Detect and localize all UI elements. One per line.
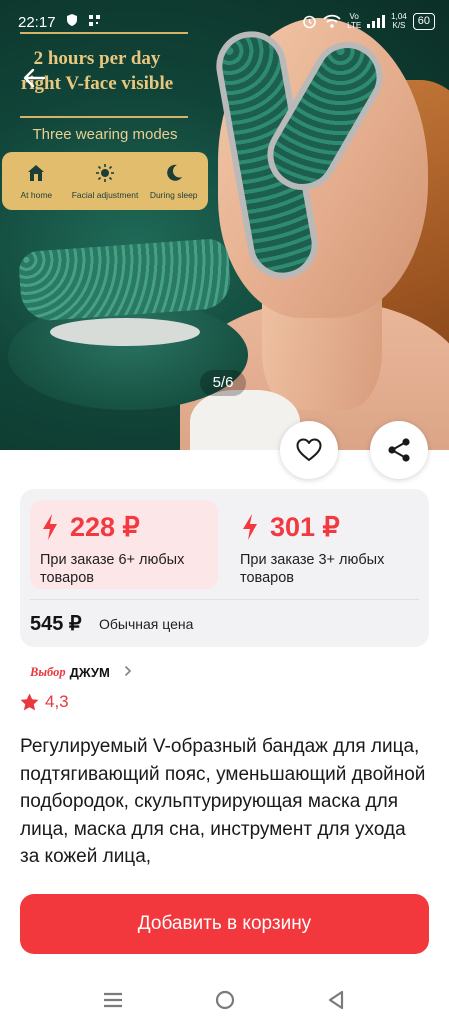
offer-price: 228 ₽ [70,511,140,542]
mode-during-sleep: During sleep [139,152,208,210]
circle-icon [215,990,235,1010]
brand-name: ДЖУМ [69,665,110,680]
favorite-button[interactable] [280,421,338,479]
lightning-icon [243,514,257,540]
headline-rule-bottom [20,116,188,118]
share-button[interactable] [370,421,428,479]
product-title: Регулируемый V-образный бандаж для лица,… [20,736,426,867]
system-navigation-bar [0,975,449,1024]
alarm-icon [303,15,316,28]
network-speed: 1,04 K/S [391,12,407,30]
sun-icon [95,163,115,185]
offer-price: 301 ₽ [270,511,340,542]
signal-icon [367,14,386,28]
mode-label: Facial adjustment [71,189,139,200]
price-card: 228 ₽ При заказе 6+ любых товаров 301 ₽ … [20,489,429,647]
status-time: 22:17 [18,14,56,31]
add-to-cart-button[interactable]: Добавить в корзину [20,894,429,954]
brand-link[interactable]: Выбор ДЖУМ [30,665,132,680]
brand-badge: Выбор [30,665,66,679]
bandage-chin-cup [50,318,200,346]
home-button[interactable] [210,985,240,1015]
bandage-product [17,237,233,323]
network-type: Vo LTE [347,12,362,30]
mode-label: At home [20,189,53,200]
heart-icon [296,438,322,461]
product-rating[interactable]: 4,3 [20,692,69,712]
offer-price-row: 228 ₽ [40,510,208,544]
product-image-gallery[interactable]: 2 hours per day right V-face visible Thr… [0,0,449,450]
bulk-offer-6plus[interactable]: 228 ₽ При заказе 6+ любых товаров [30,500,218,589]
offer-description: При заказе 3+ любых товаров [240,552,385,586]
notification-icons [66,14,101,29]
mode-at-home: At home [2,152,71,210]
divider [30,599,419,600]
regular-price-label: Обычная цена [99,616,194,632]
recent-apps-button[interactable] [98,985,128,1015]
mode-facial-adjustment: Facial adjustment [71,152,140,210]
image-counter: 5/6 [200,370,246,396]
back-nav-button[interactable] [321,985,351,1015]
wearing-modes-panel: At home Facial adjustment During sleep [2,152,208,210]
lightning-icon [43,514,57,540]
back-button[interactable] [20,64,50,94]
shield-notification-icon [67,14,77,26]
arrow-left-icon [23,68,46,88]
offer-description: При заказе 6+ любых товаров [40,552,185,586]
home-icon [26,163,46,185]
regular-price: 545 ₽ [30,613,82,635]
triangle-back-icon [328,990,344,1010]
speed-value: 1,04 [391,12,407,21]
chevron-right-icon [124,665,132,680]
battery-icon: 60 [412,12,435,30]
wearing-modes-title: Three wearing modes [32,126,178,143]
speed-unit: K/S [392,21,406,30]
mode-label: During sleep [149,189,198,200]
bulk-offer-3plus[interactable]: 301 ₽ При заказе 3+ любых товаров [230,500,418,589]
moon-icon [164,163,184,185]
menu-icon [104,992,122,1008]
qr-notification-icon [89,15,101,26]
status-icons: Vo LTE 1,04 K/S 60 [302,12,435,30]
offer-price-row: 301 ₽ [240,510,408,544]
rating-value: 4,3 [45,692,69,711]
status-bar: 22:17 Vo LTE 1,04 K/S 60 [0,0,449,44]
wifi-icon [323,14,341,28]
star-icon [20,693,39,711]
share-icon [388,438,410,462]
